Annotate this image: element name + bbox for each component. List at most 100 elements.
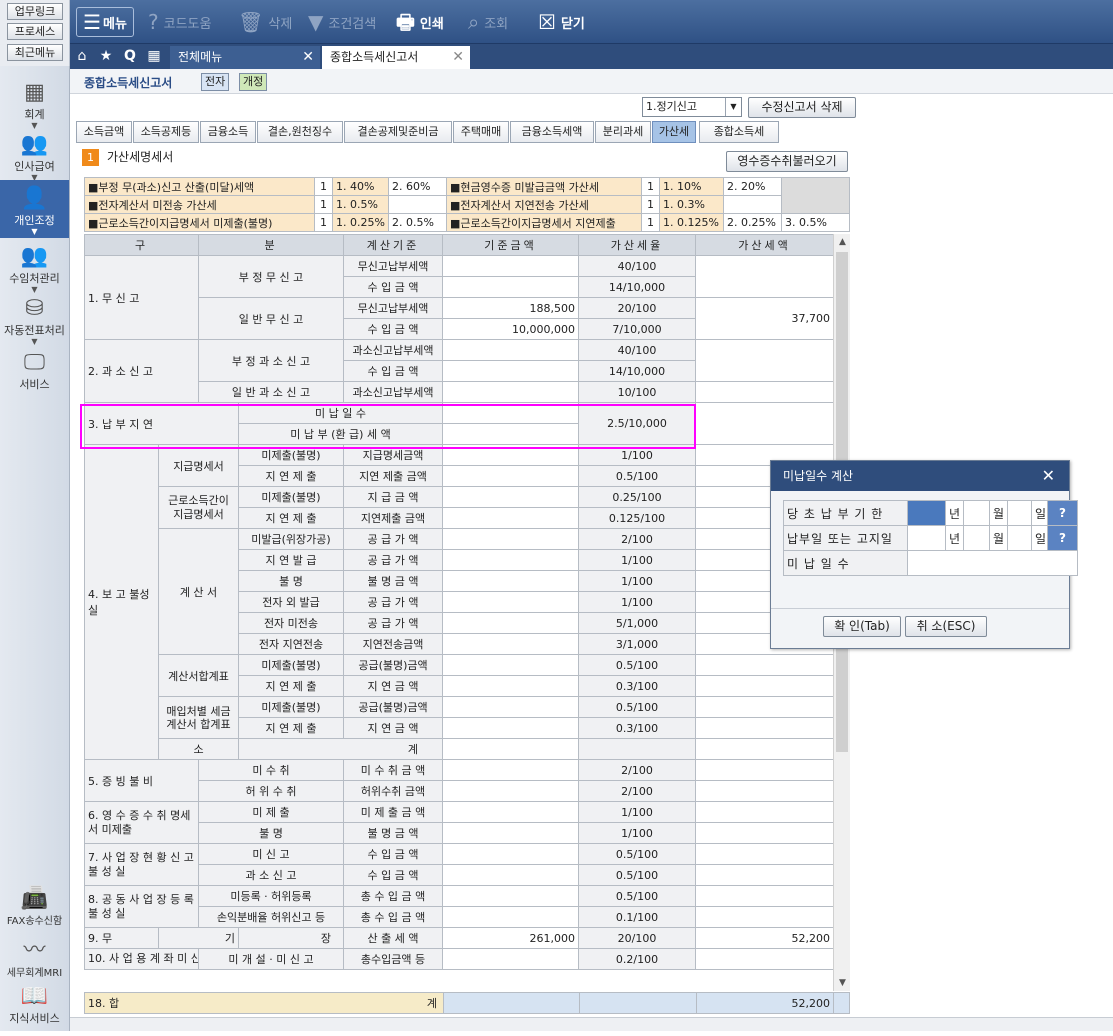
tab-financial-income-tax[interactable]: 금융소득세액 bbox=[510, 121, 594, 143]
close-icon[interactable]: ✕ bbox=[1042, 461, 1055, 491]
pay-day-input[interactable] bbox=[1007, 525, 1032, 551]
base-amount-input[interactable] bbox=[442, 864, 579, 886]
tab-global-income-tax[interactable]: 종합소득세 bbox=[699, 121, 779, 143]
filing-type-select[interactable]: 1.정기신고 ▼ bbox=[642, 97, 742, 117]
tax-amount-cell[interactable] bbox=[695, 864, 834, 886]
close-tab-icon[interactable]: ✕ bbox=[302, 46, 314, 69]
tax-amount-cell[interactable] bbox=[695, 717, 834, 739]
star-icon[interactable]: ★ bbox=[94, 44, 118, 69]
tax-amount-cell[interactable] bbox=[695, 675, 834, 697]
base-amount-input[interactable] bbox=[442, 654, 579, 676]
base-amount-input[interactable] bbox=[442, 738, 579, 760]
close-tab-icon[interactable]: ✕ bbox=[452, 46, 464, 69]
nav-client-management[interactable]: 👥 수임처관리 ▼ bbox=[0, 238, 69, 296]
tab-financial-income[interactable]: 금융소득 bbox=[200, 121, 256, 143]
base-amount-input[interactable]: 188,500 bbox=[442, 297, 579, 319]
base-amount-input[interactable] bbox=[442, 717, 579, 739]
base-amount-input[interactable] bbox=[442, 591, 579, 613]
scroll-up-icon[interactable]: ▲ bbox=[834, 234, 851, 250]
delete-amended-return-button[interactable]: 수정신고서 삭제 bbox=[748, 97, 856, 118]
nav-payroll[interactable]: 👥 인사급여 ▼ bbox=[0, 126, 69, 184]
nav-accounting[interactable]: ▦ 회계 ▼ bbox=[0, 74, 69, 132]
tax-amount-cell[interactable] bbox=[695, 759, 834, 781]
base-amount-input[interactable] bbox=[442, 948, 579, 970]
rate-code-input[interactable]: 1 bbox=[641, 177, 660, 196]
tax-amount-cell[interactable] bbox=[695, 780, 834, 802]
base-amount-input[interactable] bbox=[442, 633, 579, 655]
due-year-input[interactable] bbox=[907, 500, 946, 526]
base-amount-input[interactable] bbox=[442, 465, 579, 487]
recent-menu-button[interactable]: 최근메뉴 bbox=[7, 44, 63, 61]
rate-code-input[interactable]: 1 bbox=[641, 195, 660, 214]
nav-fax[interactable]: 📠 FAX송수신함 bbox=[0, 880, 69, 938]
due-day-input[interactable] bbox=[1007, 500, 1032, 526]
base-amount-input[interactable] bbox=[442, 276, 579, 298]
quick-search-icon[interactable]: Q bbox=[118, 44, 142, 69]
menu-button[interactable]: ☰ 메뉴 bbox=[76, 7, 134, 37]
base-amount-input[interactable]: 261,000 bbox=[442, 927, 579, 949]
nav-knowledge[interactable]: 📖 지식서비스 bbox=[0, 978, 69, 1036]
home-icon[interactable]: ⌂ bbox=[70, 44, 94, 69]
base-amount-input[interactable] bbox=[442, 570, 579, 592]
tax-amount-cell[interactable] bbox=[695, 696, 834, 718]
base-amount-input[interactable] bbox=[442, 906, 579, 928]
tax-amount-cell[interactable] bbox=[695, 654, 834, 676]
tax-amount-cell[interactable] bbox=[695, 843, 834, 865]
due-month-input[interactable] bbox=[963, 500, 990, 526]
tab-income-amount[interactable]: 소득금액 bbox=[76, 121, 132, 143]
pay-year-input[interactable] bbox=[907, 525, 946, 551]
tab-loss-deduction-reserve[interactable]: 결손공제및준비금 bbox=[344, 121, 452, 143]
nav-auto-voucher[interactable]: ⛁ 자동전표처리 ▼ bbox=[0, 290, 69, 348]
search-button[interactable]: ▼ 조건검색 bbox=[308, 0, 376, 44]
rate-code-input[interactable]: 1 bbox=[314, 213, 333, 232]
close-button[interactable]: ☒ 닫기 bbox=[538, 0, 585, 44]
rate-code-input[interactable]: 1 bbox=[314, 195, 333, 214]
tax-amount-cell[interactable]: 37,700 bbox=[695, 297, 834, 340]
base-amount-input[interactable] bbox=[442, 255, 579, 277]
tax-amount-cell[interactable] bbox=[695, 255, 834, 298]
tab-income-tax-return[interactable]: 종합소득세신고서 ✕ bbox=[322, 46, 470, 69]
tax-amount-cell[interactable]: 52,200 bbox=[695, 927, 834, 949]
tax-amount-cell[interactable] bbox=[695, 381, 834, 403]
scroll-down-icon[interactable]: ▼ bbox=[834, 975, 851, 991]
tab-all-menu[interactable]: 전체메뉴 ✕ bbox=[170, 46, 320, 69]
base-amount-input[interactable] bbox=[442, 360, 579, 382]
tab-house-trade[interactable]: 주택매매 bbox=[453, 121, 509, 143]
base-amount-input[interactable] bbox=[442, 528, 579, 550]
tax-amount-cell[interactable] bbox=[695, 801, 834, 823]
print-button[interactable]: 🖶 인쇄 bbox=[396, 0, 444, 44]
base-amount-input[interactable] bbox=[442, 612, 579, 634]
tax-amount-cell[interactable] bbox=[695, 822, 834, 844]
base-amount-input[interactable] bbox=[442, 822, 579, 844]
cancel-button[interactable]: 취 소(ESC) bbox=[905, 616, 987, 637]
help-button[interactable]: ? bbox=[1047, 525, 1078, 551]
tax-amount-cell[interactable] bbox=[695, 906, 834, 928]
base-amount-input[interactable] bbox=[442, 801, 579, 823]
rate-code-input[interactable]: 1 bbox=[641, 213, 660, 232]
load-receipt-button[interactable]: 영수증수취불러오기 bbox=[726, 151, 848, 172]
calendar-icon[interactable]: ▦ bbox=[142, 44, 166, 69]
work-link-button[interactable]: 업무링크 bbox=[7, 3, 63, 20]
nav-personal-adjust[interactable]: 👤 개인조정 ▼ bbox=[0, 180, 69, 238]
tab-income-deduction[interactable]: 소득공제등 bbox=[133, 121, 199, 143]
tab-separate-tax[interactable]: 분리과세 bbox=[595, 121, 651, 143]
base-amount-input[interactable] bbox=[442, 486, 579, 508]
base-amount-input[interactable] bbox=[442, 339, 579, 361]
nav-service[interactable]: 🖵 서비스 bbox=[0, 344, 69, 402]
delete-button[interactable]: 🗑 삭제 bbox=[238, 0, 292, 44]
tax-amount-cell[interactable] bbox=[695, 948, 834, 970]
base-amount-input[interactable] bbox=[442, 381, 579, 403]
tax-amount-cell[interactable] bbox=[695, 885, 834, 907]
process-button[interactable]: 프로세스 bbox=[7, 23, 63, 40]
tab-loss-withholding[interactable]: 결손,원천징수 bbox=[257, 121, 343, 143]
rate-code-input[interactable]: 1 bbox=[314, 177, 333, 196]
tax-amount-cell[interactable] bbox=[695, 402, 834, 445]
tax-amount-cell[interactable] bbox=[695, 738, 834, 760]
code-help-button[interactable]: ? 코드도움 bbox=[148, 0, 211, 44]
ok-button[interactable]: 확 인(Tab) bbox=[823, 616, 901, 637]
base-amount-input[interactable] bbox=[442, 696, 579, 718]
base-amount-input[interactable] bbox=[442, 507, 579, 529]
help-button[interactable]: ? bbox=[1047, 500, 1078, 526]
base-amount-input[interactable] bbox=[442, 759, 579, 781]
tax-amount-cell[interactable] bbox=[695, 339, 834, 382]
